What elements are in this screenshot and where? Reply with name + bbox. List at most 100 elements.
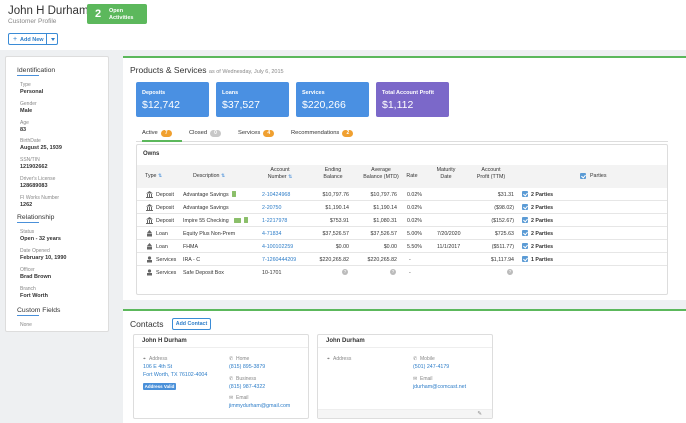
account-link[interactable]: 4-71834 (262, 231, 281, 237)
total-account-profit-tile[interactable]: Total Account Profit $1,112 (376, 82, 449, 117)
tab-active[interactable]: Active 7 (142, 130, 182, 142)
field-value: Open - 32 years (20, 236, 61, 242)
add-new-button[interactable]: + Add New (8, 33, 58, 45)
field-label: Date Opened (20, 248, 50, 254)
address-line2[interactable]: Fort Worth, TX 76102-4004 (143, 372, 207, 378)
table-row[interactable]: Services IRA - C 7-1260444209 $220,265.8… (137, 253, 667, 266)
col-parties: Parties (590, 173, 607, 179)
table-row[interactable]: Deposit Impire 55 Checking 1-2217978 $75… (137, 214, 667, 227)
add-new-dropdown[interactable] (46, 34, 58, 44)
map-pin-icon: ⌖ (327, 356, 330, 362)
contacts-title: Contacts (130, 319, 164, 329)
contact-name: John H Durham (134, 335, 308, 348)
row-checkbox[interactable] (522, 204, 528, 210)
services-icon (146, 268, 153, 276)
col-account-number[interactable]: Account Number ⇅ (259, 167, 301, 181)
business-phone[interactable]: (815) 987-4322 (229, 384, 265, 390)
account-link[interactable]: 1-2217978 (262, 218, 287, 224)
tab-count-badge: 2 (342, 130, 354, 137)
field-label: Officer (20, 267, 35, 273)
unknown-value-icon: ? (342, 269, 348, 275)
field-label: FI Works Number (20, 195, 60, 201)
home-phone[interactable]: (815) 895-3879 (229, 364, 265, 370)
page-header: John H Durham Customer Profile 2 Open Ac… (0, 0, 686, 50)
email-link[interactable]: jimmydurham@gmail.com (229, 403, 290, 409)
table-row[interactable]: Deposit Advantage Savings 2-10424968 $10… (137, 188, 667, 201)
address-valid-badge: Address Valid (143, 383, 176, 390)
row-checkbox[interactable] (522, 256, 528, 262)
col-maturity-date: Maturity Date (436, 167, 456, 180)
chevron-down-icon (50, 37, 55, 41)
col-description[interactable]: Description ⇅ (193, 173, 225, 180)
mobile-phone[interactable]: (501) 247-4179 (413, 364, 449, 370)
field-value: 83 (20, 127, 27, 133)
custom-fields-value: None (20, 322, 32, 328)
table-row[interactable]: Deposit Advantage Savings 2-20750 $1,190… (137, 201, 667, 214)
field-label: Age (20, 120, 29, 126)
open-activities-count: 2 (95, 8, 102, 20)
owns-table: Owns Type ⇅ Description ⇅ Account Number … (136, 144, 668, 295)
customer-subtitle: Customer Profile (8, 18, 57, 25)
bank-icon (146, 216, 153, 224)
col-account-profit: Account Profit (TTM) (476, 167, 506, 180)
tab-count-badge: 4 (263, 130, 275, 137)
account-link[interactable]: 2-10424968 (262, 192, 290, 198)
field-label: Gender (20, 101, 37, 107)
col-ending-balance: Ending Balance (323, 167, 343, 180)
address-line1[interactable]: 106 E 4th St (143, 364, 172, 370)
row-checkbox[interactable] (522, 243, 528, 249)
services-tile[interactable]: Services $220,266 (296, 82, 369, 117)
unknown-value-icon: ? (507, 269, 513, 275)
services-icon (146, 255, 153, 263)
field-value: February 10, 1990 (20, 255, 67, 261)
identification-heading: Identification (17, 67, 56, 76)
deposits-tile[interactable]: Deposits $12,742 (136, 82, 209, 117)
account-link[interactable]: 2-20750 (262, 205, 281, 211)
contact-card: John H Durham ⌖ Address 106 E 4th St For… (133, 334, 309, 419)
account-link[interactable]: 4-100102259 (262, 244, 293, 250)
tab-services[interactable]: Services 4 (238, 130, 275, 142)
email-link[interactable]: jdurham@comcast.net (413, 384, 466, 390)
relationship-heading: Relationship (17, 214, 55, 223)
loans-tile[interactable]: Loans $37,527 (216, 82, 289, 117)
field-label: Type (20, 82, 31, 88)
unknown-value-icon: ? (390, 269, 396, 275)
tab-count-badge: 7 (160, 130, 172, 137)
add-contact-button[interactable]: Add Contact (172, 318, 211, 330)
col-rate: Rate (406, 173, 418, 179)
row-checkbox[interactable] (522, 230, 528, 236)
customer-name: John H Durham (8, 5, 89, 17)
tab-count-badge: 0 (210, 130, 222, 137)
field-label: Status (20, 229, 35, 235)
card-icon[interactable] (234, 217, 241, 223)
products-title: Products & Services as of Wednesday, Jul… (130, 65, 284, 75)
open-activities-button[interactable]: 2 Open Activities (87, 4, 147, 24)
map-pin-icon: ⌖ (143, 356, 146, 362)
account-link[interactable]: 7-1260444209 (262, 257, 296, 263)
field-label: Driver's License (20, 176, 56, 182)
add-new-label: Add New (20, 36, 44, 43)
envelope-icon: ✉ (229, 395, 234, 401)
pencil-icon[interactable]: ✎ (477, 411, 482, 417)
bank-icon (146, 203, 153, 211)
table-row[interactable]: Loan Equity Plus Non-Prem 4-71834 $37,52… (137, 227, 667, 240)
tab-closed[interactable]: Closed 0 (189, 130, 222, 142)
field-value: 128689083 (20, 183, 48, 189)
owns-title: Owns (143, 151, 160, 157)
table-row[interactable]: Loan FHMA 4-100102259 $0.00 $0.00 5.50% … (137, 240, 667, 253)
table-row[interactable]: Services Safe Deposit Box 10-1701 ? ? - … (137, 266, 667, 279)
field-label: SSN/TIN (20, 157, 40, 163)
document-icon[interactable] (244, 217, 248, 223)
select-all-checkbox[interactable] (580, 173, 586, 179)
envelope-icon: ✉ (413, 376, 418, 382)
field-value: Personal (20, 89, 44, 95)
loan-icon (146, 242, 153, 250)
document-icon[interactable] (232, 191, 236, 197)
loan-icon (146, 229, 153, 237)
tab-recommendations[interactable]: Recommendations 2 (291, 130, 354, 142)
row-checkbox[interactable] (522, 217, 528, 223)
plus-icon: + (13, 35, 18, 43)
field-label: BirthDate (20, 138, 41, 144)
col-type[interactable]: Type ⇅ (145, 173, 162, 180)
row-checkbox[interactable] (522, 191, 528, 197)
